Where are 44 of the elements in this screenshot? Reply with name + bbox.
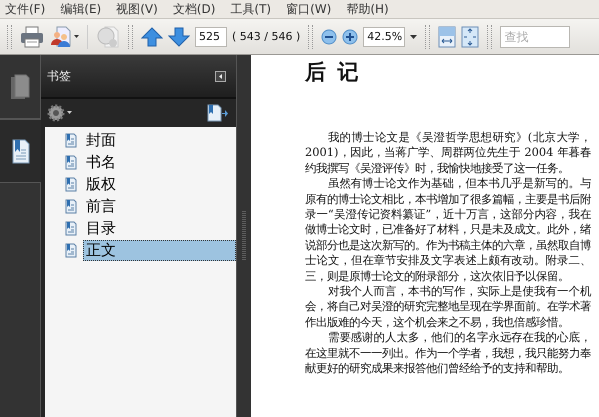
bookmark-document-icon[interactable] [10,138,30,164]
menu-item[interactable]: 工具(T) [229,0,272,18]
document-paragraph: 虽然有博士论文作为基础，但本书几乎是新写的。与原有的博士论文相比，本书增加了很多篇幅，主要是书后附录一“吴澄传记资料纂证”，近十万言，这部分内容，我在做博士论文时，已准备好了材料，只是未及成文。此外，绪说部分也是这次新写的。作为书稿主体的六章，虽然取自博士论文，但在章节安排及文字表述上颇有改动。附录二、三，则是原博士论文的附录部分，这次依旧予以保留。 [305,176,591,284]
bookmark-arrow-icon[interactable] [206,104,228,122]
zoom-in-icon[interactable] [342,28,358,44]
bookmark-icon [65,176,77,192]
zoom-field[interactable]: 42.5% [363,26,406,46]
collapse-panel-icon[interactable] [215,70,226,82]
bookmark-icon [65,198,77,214]
up-arrow-icon[interactable] [141,26,163,46]
gear-icon[interactable] [47,104,73,122]
bookmark-item[interactable]: 正文 [83,240,236,260]
bookmark-item[interactable]: 前言 [83,196,119,216]
people-document-icon[interactable] [49,26,79,48]
zoom-out-icon[interactable] [321,28,338,44]
menu-item[interactable]: 视图(V) [115,0,159,18]
bookmark-icon [65,132,77,148]
bookmark-item[interactable]: 目录 [83,218,119,238]
menu-item[interactable]: 帮助(H) [345,0,390,18]
printer-icon[interactable] [20,26,44,48]
splitter-grip-icon[interactable] [242,211,246,261]
document-paragraph: 需要感谢的人太多，他们的名字永远存在我的心底，在这里就不一一列出。作为一个学者，我想，我只能努力奉献更好的研究成果来报答他们曾经给予的支持和帮助。 [305,330,591,376]
document-paragraph: 我的博士论文是《吴澄哲学思想研究》(北京大学，2001)，因此，当蒋广学、周群两位先生于 2004 年暮春约我撰写《吴澄评传》时，我愉快地接受了这一任务。 [305,130,591,176]
pages-icon[interactable] [10,74,30,100]
menu-item[interactable]: 编辑(E) [59,0,102,18]
menu-item[interactable]: 文档(D) [172,0,216,18]
bookmark-icon [65,220,77,236]
page-count: ( 543 / 546 ) [232,30,300,43]
down-arrow-icon[interactable] [168,26,190,46]
document-paragraph: 对我个人而言，本书的写作，实际上是使我有一个机会，将自己对吴澄的研究完整地呈现在学界面前。在学术著作出版难的今天，这个机会来之不易，我也倍感珍惜。 [305,284,591,330]
menu-item[interactable]: 窗口(W) [285,0,332,18]
bookmark-icon [65,242,77,258]
caret-icon[interactable] [410,34,418,38]
bookmark-icon [65,154,77,170]
page-number-field[interactable]: 525 [195,26,227,46]
bookmark-item[interactable]: 书名 [83,152,119,172]
search-field[interactable]: 查找 [500,26,570,48]
bookmark-item[interactable]: 版权 [83,174,119,194]
document-title: 后 记 [305,59,362,86]
fit-width-icon[interactable] [438,26,456,48]
panel-title: 书签 [47,68,71,84]
menu-item[interactable]: 文件(F) [4,0,46,18]
fit-page-icon[interactable] [461,26,480,48]
bookmark-item[interactable]: 封面 [83,130,119,150]
